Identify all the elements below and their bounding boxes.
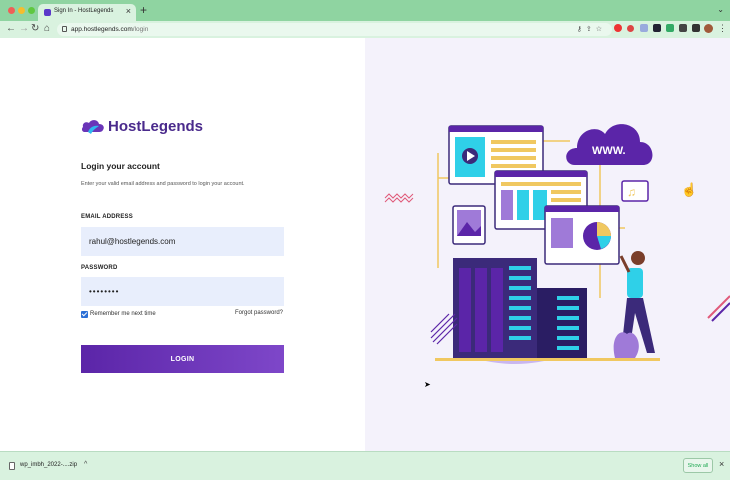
- new-tab-button[interactable]: +: [140, 4, 147, 16]
- extension-icon[interactable]: [627, 25, 634, 32]
- reload-icon[interactable]: ↻: [31, 23, 39, 35]
- password-field[interactable]: [81, 277, 284, 306]
- brand-logo: HostLegends: [81, 116, 211, 138]
- login-panel: HostLegends Login your account Enter you…: [0, 38, 365, 451]
- tab-close-icon[interactable]: ×: [126, 6, 131, 16]
- tab-title: Sign In - HostLegends: [54, 8, 114, 14]
- back-icon[interactable]: ←: [6, 23, 16, 35]
- email-label: EMAIL ADDRESS: [81, 214, 133, 220]
- extension-icon[interactable]: [653, 24, 661, 32]
- url-host: app.hostlegends.com: [71, 26, 133, 33]
- password-label: PASSWORD: [81, 265, 118, 271]
- kebab-menu-icon[interactable]: ⋮: [718, 23, 727, 34]
- email-field[interactable]: [81, 227, 284, 256]
- zip-file-icon: [9, 462, 15, 470]
- sidebar-icon[interactable]: [692, 24, 700, 32]
- bookmark-star-icon[interactable]: ☆: [596, 26, 606, 33]
- lock-icon[interactable]: [62, 26, 67, 32]
- page-content: HostLegends Login your account Enter you…: [0, 38, 730, 451]
- login-heading: Login your account: [81, 161, 160, 171]
- url-text[interactable]: app.hostlegends.com/login: [71, 26, 148, 33]
- tab-sign-in[interactable]: Sign In - HostLegends ×: [38, 4, 136, 21]
- opera-extension-icon[interactable]: [614, 24, 622, 32]
- browser-tab-bar: Sign In - HostLegends × + ⌄: [0, 0, 730, 21]
- url-path: /login: [132, 26, 149, 33]
- download-file-name[interactable]: wp_imbh_2022-....zip: [20, 462, 77, 468]
- key-icon[interactable]: ⚷: [577, 26, 586, 33]
- extension-icon[interactable]: [640, 24, 648, 32]
- show-all-button[interactable]: Show all: [683, 458, 713, 473]
- favicon-icon: [44, 9, 51, 16]
- www-label: WWW.: [592, 145, 626, 157]
- puzzle-extensions-icon[interactable]: [679, 24, 687, 32]
- login-subtext: Enter your valid email address and passw…: [81, 181, 245, 187]
- download-bar: wp_imbh_2022-....zip ^ Show all ×: [0, 451, 730, 480]
- brand-name: HostLegends: [108, 118, 204, 135]
- minimize-window-button[interactable]: [18, 7, 25, 14]
- maximize-window-button[interactable]: [28, 7, 35, 14]
- logo-icon: [81, 120, 104, 134]
- share-icon[interactable]: ⇪: [586, 26, 596, 33]
- forward-icon[interactable]: →: [19, 23, 29, 35]
- hosting-illustration: WWW. ♫ ☝: [384, 124, 730, 364]
- home-icon[interactable]: ⌂: [44, 23, 50, 35]
- close-icon[interactable]: ×: [719, 459, 724, 469]
- close-window-button[interactable]: [8, 7, 15, 14]
- remember-label[interactable]: Remember me next time: [90, 311, 156, 317]
- remember-checkbox[interactable]: [81, 311, 88, 318]
- svg-text:☝: ☝: [681, 181, 697, 198]
- mouse-pointer-icon: ➤: [424, 380, 431, 389]
- tab-search-icon[interactable]: ⌄: [717, 5, 724, 14]
- svg-text:♫: ♫: [627, 185, 636, 199]
- profile-avatar[interactable]: [704, 24, 713, 33]
- extension-icon[interactable]: [666, 24, 674, 32]
- browser-toolbar: ← → ↻ ⌂ app.hostlegends.com/login ⚷⇪☆ ⋮: [0, 21, 730, 38]
- forgot-password-link[interactable]: Forgot password?: [235, 310, 283, 316]
- omnibox-actions[interactable]: ⚷⇪☆: [577, 25, 606, 33]
- chevron-up-icon[interactable]: ^: [84, 461, 87, 468]
- address-bar[interactable]: app.hostlegends.com/login ⚷⇪☆: [57, 23, 612, 36]
- hero-illustration-panel: WWW. ♫ ☝: [365, 38, 730, 451]
- login-button[interactable]: LOGIN: [81, 345, 284, 373]
